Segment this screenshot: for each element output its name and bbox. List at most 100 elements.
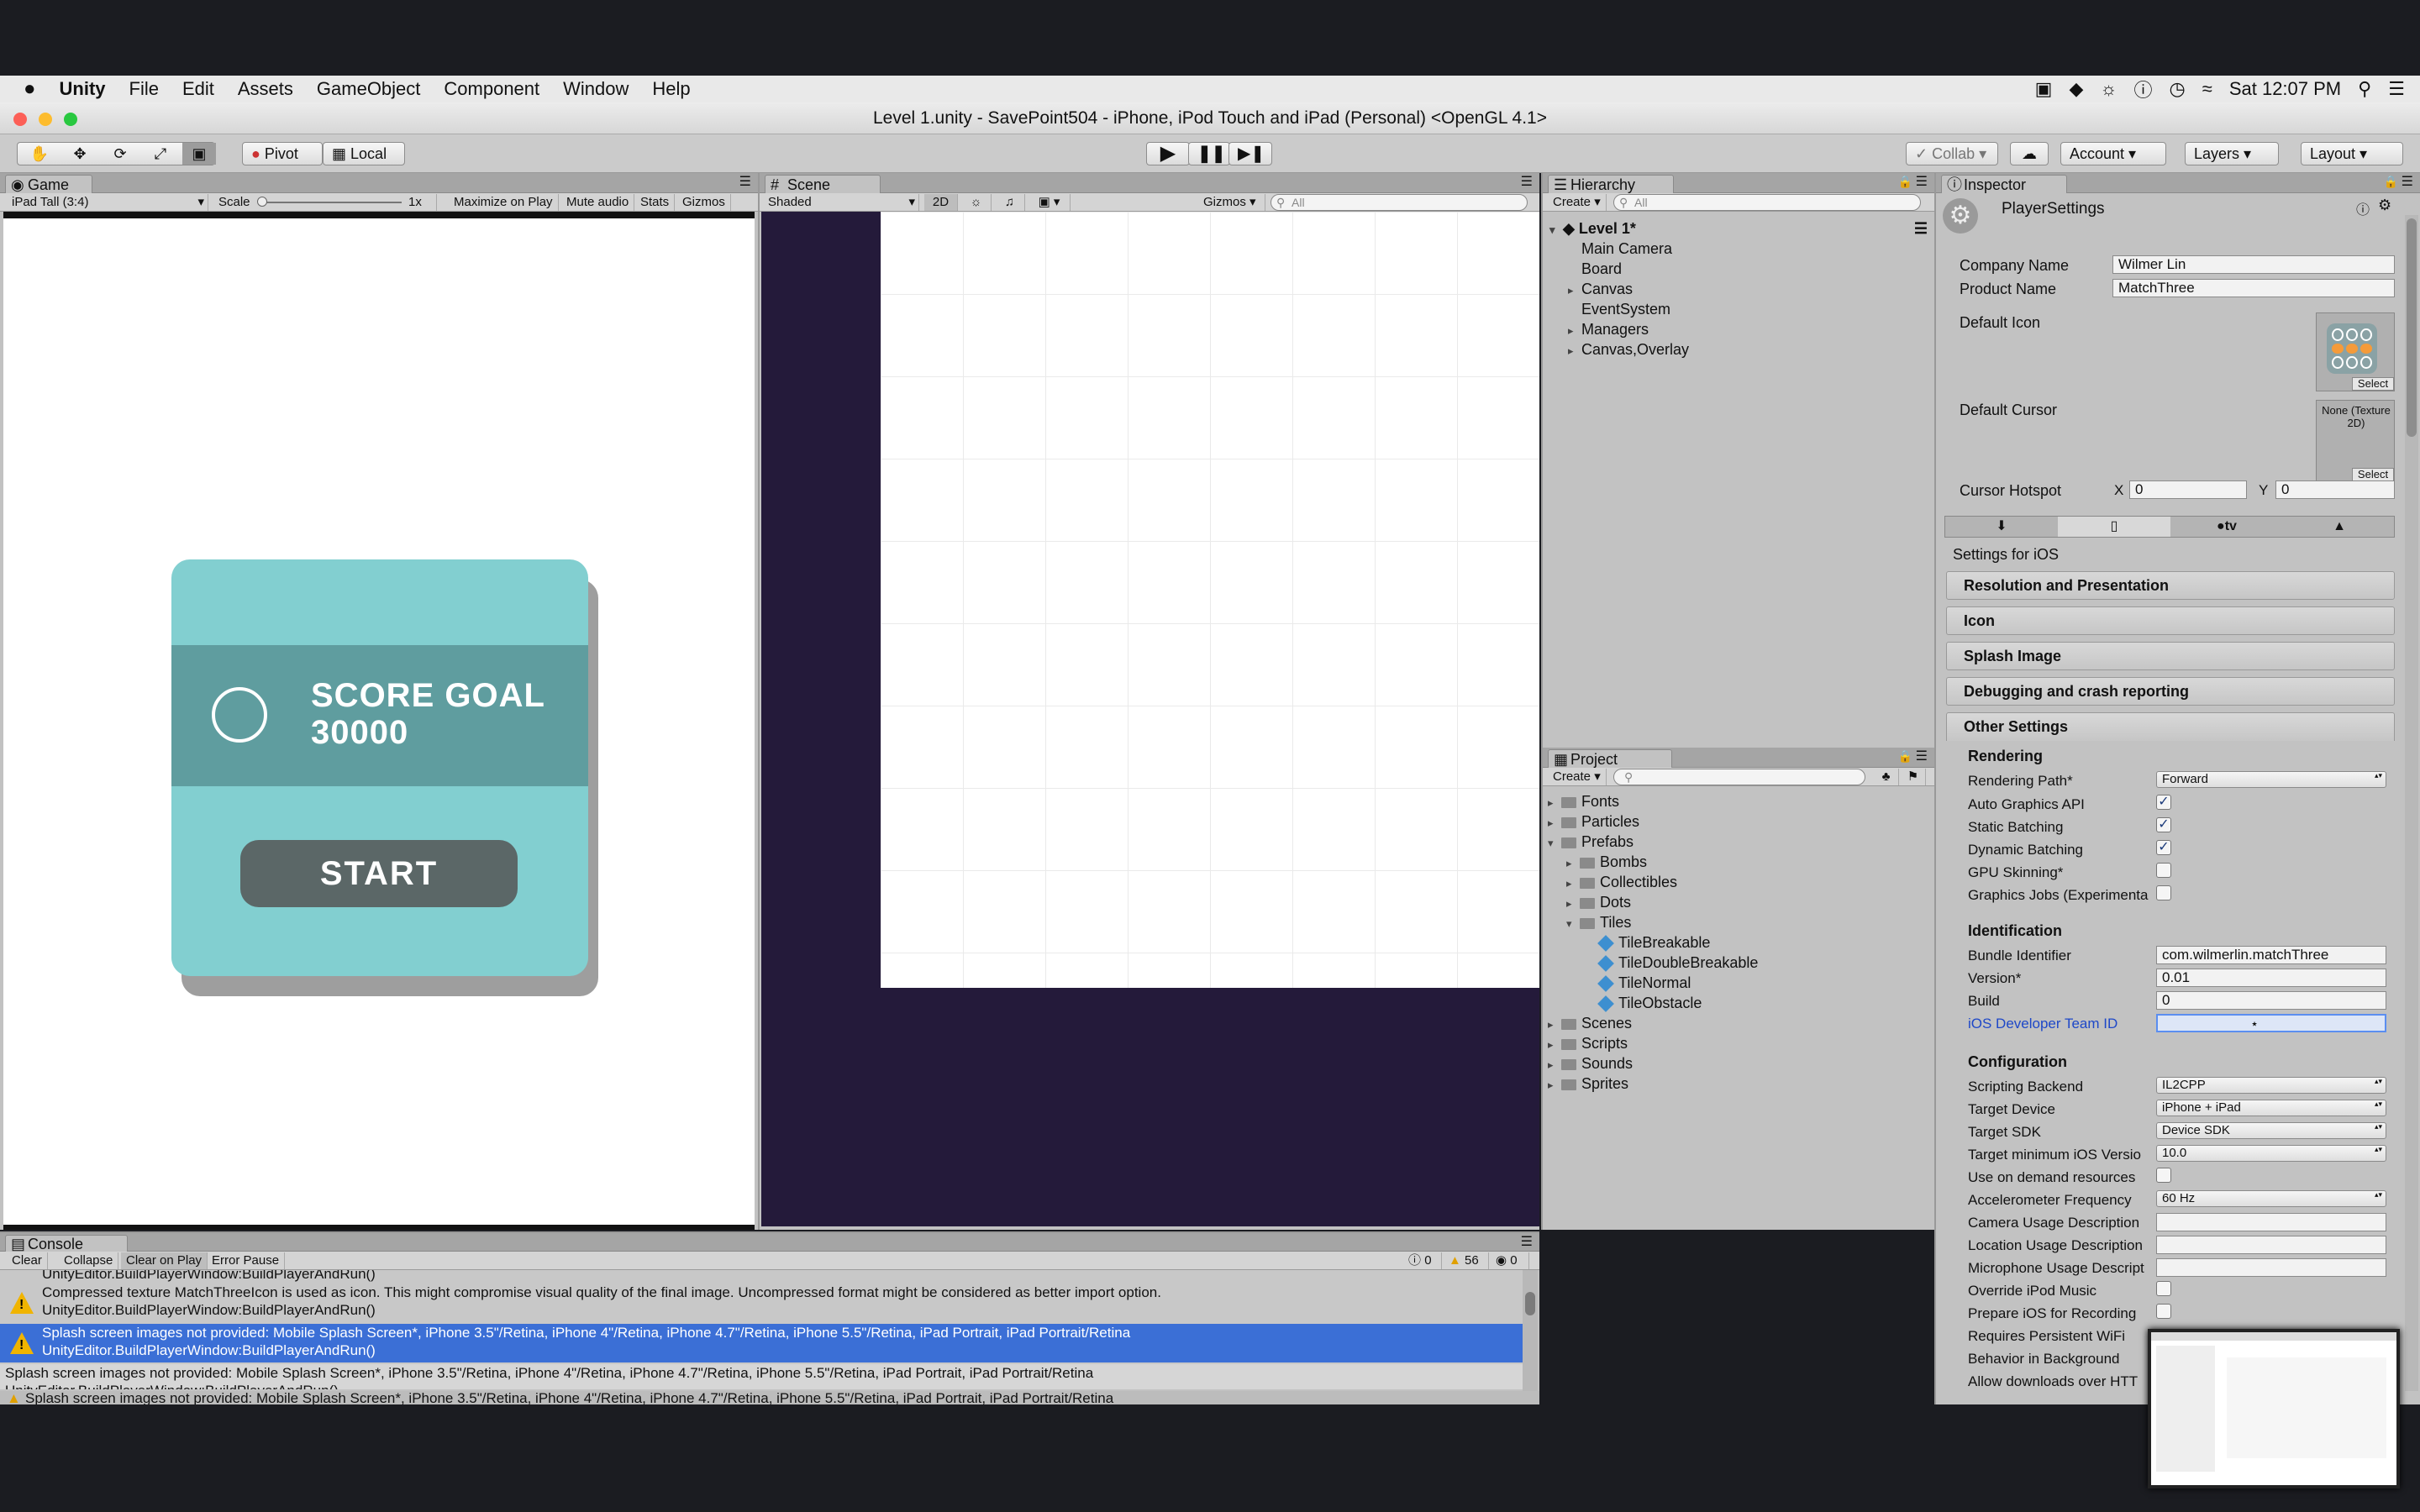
rotate-tool-icon[interactable]: ⟳ bbox=[103, 143, 137, 165]
product-name-field[interactable]: MatchThree bbox=[2112, 279, 2395, 297]
on-demand-resources-checkbox[interactable] bbox=[2156, 1168, 2171, 1183]
scene-search-input[interactable]: ⚲ All bbox=[1270, 194, 1528, 211]
microphone-usage-field[interactable] bbox=[2156, 1258, 2386, 1277]
window-minimize-button[interactable] bbox=[39, 113, 52, 126]
hierarchy-item-managers[interactable]: ▸ Managers bbox=[1568, 319, 1649, 339]
layout-dropdown[interactable]: Layout ▾ bbox=[2301, 142, 2403, 165]
gizmos-button[interactable]: Gizmos bbox=[677, 194, 731, 211]
company-name-field[interactable]: Wilmer Lin bbox=[2112, 255, 2395, 274]
tab-hierarchy[interactable]: ☰ Hierarchy bbox=[1548, 175, 1674, 193]
effects-dropdown-icon[interactable]: ▣ ▾ bbox=[1028, 194, 1071, 211]
console-scrollbar[interactable] bbox=[1523, 1270, 1538, 1391]
help-icon[interactable]: ⓘ bbox=[2356, 198, 2370, 218]
menu-window[interactable]: Window bbox=[563, 78, 629, 100]
cloud-icon[interactable]: ☁ bbox=[2010, 142, 2049, 165]
menu-component[interactable]: Component bbox=[444, 78, 539, 100]
pause-button[interactable]: ❚❚ bbox=[1188, 142, 1230, 165]
console-collapse-button[interactable]: Collapse bbox=[59, 1252, 119, 1269]
ios-team-id-field[interactable]: ⋆ bbox=[2156, 1014, 2386, 1032]
stats-button[interactable]: Stats bbox=[635, 194, 676, 211]
menu-edit[interactable]: Edit bbox=[182, 78, 214, 100]
spotlight-search-icon[interactable]: ⚲ bbox=[2358, 78, 2371, 100]
console-partial-row[interactable]: UnityEditor.BuildPlayerWindow:BuildPlaye… bbox=[0, 1270, 1523, 1282]
section-icon[interactable]: Icon bbox=[1946, 606, 2395, 635]
hotspot-x-field[interactable]: 0 bbox=[2129, 480, 2247, 499]
hand-tool-icon[interactable]: ✋ bbox=[23, 143, 56, 165]
scene-gizmos-dropdown[interactable]: Gizmos ▾ bbox=[1198, 194, 1265, 211]
scale-tool-icon[interactable]: ⤢ bbox=[144, 143, 177, 165]
notification-center-icon[interactable]: ☰ bbox=[2388, 78, 2405, 100]
panel-menu-icon[interactable]: ☰ bbox=[1521, 1233, 1533, 1250]
project-folder-collectibles[interactable]: ▸ Collectibles bbox=[1566, 872, 1677, 892]
target-device-dropdown[interactable]: iPhone + iPad bbox=[2156, 1100, 2386, 1116]
lock-icon[interactable]: 🔒 bbox=[2384, 175, 2398, 189]
audio-toggle-icon[interactable]: ♫ bbox=[995, 194, 1025, 211]
tab-game[interactable]: ◉ Game bbox=[5, 175, 92, 193]
lighting-toggle-icon[interactable]: ☼ bbox=[961, 194, 992, 211]
hierarchy-search-input[interactable]: ⚲ All bbox=[1613, 194, 1921, 211]
menu-help[interactable]: Help bbox=[652, 78, 690, 100]
dropbox-icon[interactable]: ◆ bbox=[2069, 78, 2083, 100]
console-row-compressed-texture[interactable]: Compressed texture MatchThreeIcon is use… bbox=[0, 1284, 1523, 1324]
panel-menu-icon[interactable]: ☰ bbox=[1916, 173, 1928, 190]
project-prefab-tilebreakable[interactable]: TileBreakable bbox=[1597, 932, 1710, 953]
screen-record-icon[interactable]: ▣ bbox=[2035, 78, 2053, 100]
override-ipod-checkbox[interactable] bbox=[2156, 1281, 2171, 1296]
error-count-toggle[interactable]: ◉ 0 bbox=[1491, 1252, 1529, 1269]
2d-toggle[interactable]: 2D bbox=[924, 194, 958, 211]
target-min-ios-dropdown[interactable]: 10.0 bbox=[2156, 1145, 2386, 1162]
project-folder-tiles[interactable]: ▾ Tiles bbox=[1566, 912, 1631, 932]
local-toggle[interactable]: ▦ Local bbox=[323, 142, 405, 165]
window-close-button[interactable] bbox=[13, 113, 27, 126]
account-dropdown[interactable]: Account ▾ bbox=[2060, 142, 2166, 165]
scripting-backend-dropdown[interactable]: IL2CPP bbox=[2156, 1077, 2386, 1094]
wifi-icon[interactable]: ≈ bbox=[2202, 78, 2212, 100]
console-scroll-thumb[interactable] bbox=[1525, 1292, 1535, 1315]
auto-graphics-checkbox[interactable]: ✓ bbox=[2156, 795, 2171, 810]
dynamic-batching-checkbox[interactable]: ✓ bbox=[2156, 840, 2171, 855]
hierarchy-item-main-camera[interactable]: Main Camera bbox=[1581, 239, 1672, 259]
hierarchy-item-board[interactable]: Board bbox=[1581, 259, 1622, 279]
project-prefab-tilenormal[interactable]: TileNormal bbox=[1597, 973, 1691, 993]
camera-usage-field[interactable] bbox=[2156, 1213, 2386, 1231]
section-other-settings[interactable]: Other Settings bbox=[1946, 712, 2395, 741]
scene-root-row[interactable]: ▾ ◆ Level 1* ☰ bbox=[1549, 218, 1928, 239]
time-machine-icon[interactable]: ◷ bbox=[2170, 78, 2186, 100]
rect-tool-icon[interactable]: ▣ bbox=[182, 143, 216, 165]
info-count-toggle[interactable]: ⓘ 0 bbox=[1403, 1252, 1442, 1269]
creative-cloud-icon[interactable]: ☼ bbox=[2100, 78, 2117, 100]
default-cursor-slot[interactable]: None (Texture 2D) Select bbox=[2316, 400, 2395, 482]
menu-gameobject[interactable]: GameObject bbox=[317, 78, 421, 100]
lock-icon[interactable]: 🔒 bbox=[1898, 175, 1912, 189]
gpu-skinning-checkbox[interactable] bbox=[2156, 863, 2171, 878]
panel-menu-icon[interactable]: ☰ bbox=[2402, 173, 2413, 190]
step-button[interactable]: ▶❚ bbox=[1228, 142, 1272, 165]
pivot-toggle[interactable]: ● Pivot bbox=[242, 142, 323, 165]
panel-menu-icon[interactable]: ☰ bbox=[739, 173, 751, 190]
project-folder-prefabs[interactable]: ▾ Prefabs bbox=[1548, 832, 1634, 852]
project-folder-dots[interactable]: ▸ Dots bbox=[1566, 892, 1631, 912]
move-tool-icon[interactable]: ✥ bbox=[63, 143, 97, 165]
lock-icon[interactable]: 🔒 bbox=[1898, 749, 1912, 764]
rendering-path-dropdown[interactable]: Forward bbox=[2156, 771, 2386, 788]
filter-by-label-icon[interactable]: ⚑ bbox=[1901, 769, 1926, 785]
console-clear-button[interactable]: Clear bbox=[7, 1252, 48, 1269]
console-row-splash-selected[interactable]: Splash screen images not provided: Mobil… bbox=[0, 1324, 1523, 1362]
bundle-identifier-field[interactable]: com.wilmerlin.matchThree bbox=[2156, 946, 2386, 964]
platform-tab-standalone-icon[interactable]: ⬇ bbox=[1945, 517, 2058, 537]
platform-tab-appletv-icon[interactable]: ●tv bbox=[2170, 517, 2283, 537]
inspector-scroll-thumb[interactable] bbox=[2407, 218, 2417, 437]
start-button[interactable]: START bbox=[240, 840, 518, 907]
project-search-input[interactable]: ⚲ bbox=[1613, 769, 1865, 785]
tab-inspector[interactable]: ⓘ Inspector bbox=[1941, 175, 2067, 193]
console-error-pause-button[interactable]: Error Pause bbox=[207, 1252, 286, 1269]
default-icon-slot[interactable]: Select bbox=[2316, 312, 2395, 391]
section-splash-image[interactable]: Splash Image bbox=[1946, 642, 2395, 670]
hierarchy-item-eventsystem[interactable]: EventSystem bbox=[1581, 299, 1670, 319]
project-folder-sounds[interactable]: ▸ Sounds bbox=[1548, 1053, 1633, 1074]
apple-icon[interactable]: ● bbox=[24, 77, 36, 101]
version-field[interactable]: 0.01 bbox=[2156, 969, 2386, 987]
layers-dropdown[interactable]: Layers ▾ bbox=[2185, 142, 2279, 165]
location-usage-field[interactable] bbox=[2156, 1236, 2386, 1254]
window-zoom-button[interactable] bbox=[64, 113, 77, 126]
